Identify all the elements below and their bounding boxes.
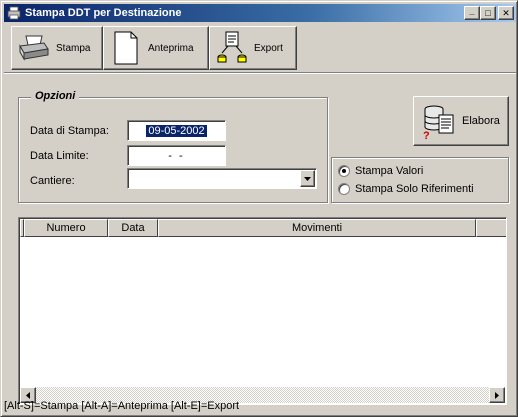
printer-icon — [16, 30, 52, 66]
stampa-button[interactable]: Stampa — [11, 26, 103, 70]
elabora-label: Elabora — [462, 115, 500, 127]
toolbar-divider — [4, 72, 516, 74]
arrow-right-icon — [495, 391, 499, 399]
close-button[interactable]: ✕ — [498, 6, 514, 20]
export-icon — [214, 30, 250, 66]
shortcut-status-bar: [Alt-S]=Stampa [Alt-A]=Anteprima [Alt-E]… — [4, 400, 240, 412]
chevron-down-icon — [304, 176, 311, 181]
radio-button-unselected[interactable] — [338, 183, 350, 195]
export-button[interactable]: Export — [209, 26, 297, 70]
arrow-left-icon — [26, 391, 30, 399]
cantiere-label: Cantiere: — [30, 175, 75, 187]
data-limite-field[interactable]: - - — [127, 145, 226, 166]
main-window: Stampa DDT per Destinazione _ □ ✕ Stampa… — [0, 0, 518, 417]
radio-stampa-solo-riferimenti-label: Stampa Solo Riferimenti — [355, 183, 474, 195]
printer-app-icon — [6, 5, 22, 21]
radio-stampa-solo-riferimenti[interactable]: Stampa Solo Riferimenti — [338, 183, 474, 195]
scroll-right-button[interactable] — [489, 387, 505, 403]
close-icon: ✕ — [502, 7, 510, 18]
opzioni-legend: Opzioni — [31, 90, 80, 102]
title-bar[interactable]: Stampa DDT per Destinazione _ □ ✕ — [4, 4, 516, 22]
toolbar: Stampa Anteprima Export — [11, 26, 297, 70]
anteprima-label: Anteprima — [148, 42, 194, 54]
cantiere-dropdown-button[interactable] — [300, 170, 315, 187]
movimenti-grid[interactable]: Numero Data Movimenti — [18, 217, 507, 405]
stampa-mode-group: Stampa Valori Stampa Solo Riferimenti — [331, 157, 509, 203]
svg-text:?: ? — [423, 130, 430, 141]
minimize-icon: _ — [469, 5, 475, 16]
data-stampa-field[interactable]: 09-05-2002 — [127, 120, 226, 141]
page-preview-icon — [108, 30, 144, 66]
anteprima-button[interactable]: Anteprima — [103, 26, 209, 70]
radio-button-selected[interactable] — [338, 165, 350, 177]
column-header-data[interactable]: Data — [108, 219, 158, 237]
maximize-icon: □ — [485, 7, 491, 18]
export-label: Export — [254, 42, 283, 54]
grid-header: Numero Data Movimenti — [20, 219, 506, 237]
stampa-label: Stampa — [56, 42, 91, 54]
column-header-movimenti[interactable]: Movimenti — [158, 219, 476, 237]
maximize-button[interactable]: □ — [480, 6, 496, 20]
data-limite-label: Data Limite: — [30, 150, 89, 162]
radio-stampa-valori-label: Stampa Valori — [355, 165, 424, 177]
minimize-button[interactable]: _ — [464, 6, 480, 20]
data-stampa-value: 09-05-2002 — [146, 124, 207, 137]
radio-stampa-valori[interactable]: Stampa Valori — [338, 165, 423, 177]
column-header-numero[interactable]: Numero — [24, 219, 108, 237]
elabora-button[interactable]: ? Elabora — [413, 96, 509, 146]
window-title: Stampa DDT per Destinazione — [25, 7, 182, 19]
data-limite-value: - - — [168, 149, 185, 162]
cantiere-combobox[interactable] — [127, 168, 317, 189]
database-process-icon: ? — [420, 101, 456, 141]
column-header-extra[interactable] — [476, 219, 506, 237]
data-stampa-label: Data di Stampa: — [30, 125, 109, 137]
